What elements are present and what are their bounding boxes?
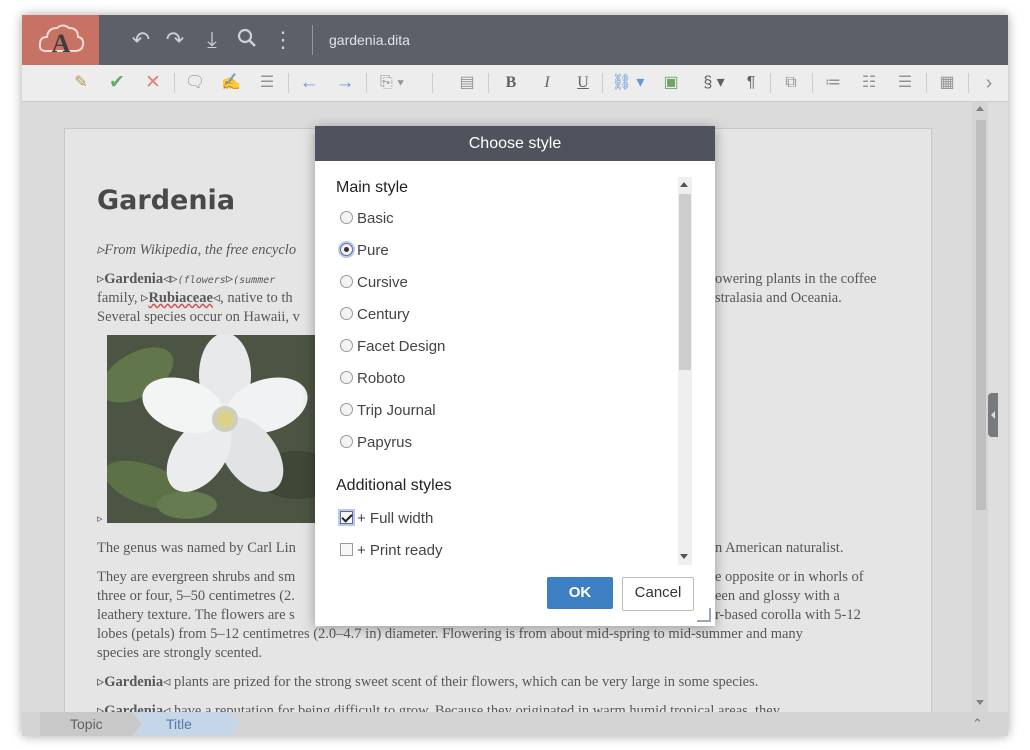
style-list[interactable]: Main style Basic Pure Cursive Century Fa… xyxy=(328,176,693,564)
style-option-papyrus[interactable]: Papyrus xyxy=(340,433,412,453)
radio-papyrus[interactable] xyxy=(340,435,353,448)
radio-basic[interactable] xyxy=(340,211,353,224)
scroll-down-arrow-icon[interactable] xyxy=(680,554,688,559)
radio-pure[interactable] xyxy=(340,243,353,256)
style-option-basic[interactable]: Basic xyxy=(340,209,394,229)
style-option-trip-journal[interactable]: Trip Journal xyxy=(340,401,436,421)
style-option-pure[interactable]: Pure xyxy=(340,241,389,261)
main-style-heading: Main style xyxy=(336,179,409,196)
choose-style-dialog: Choose style Main style Basic Pure Cursi… xyxy=(315,126,715,626)
cancel-button[interactable]: Cancel xyxy=(622,577,694,611)
dialog-scrollbar[interactable] xyxy=(678,177,692,565)
additional-option-full-width[interactable]: + Full width xyxy=(340,509,433,529)
dialog-scrollbar-thumb[interactable] xyxy=(679,194,691,370)
radio-facet-design[interactable] xyxy=(340,339,353,352)
resize-handle-icon[interactable] xyxy=(697,608,711,622)
ok-button[interactable]: OK xyxy=(547,577,613,609)
additional-styles-heading: Additional styles xyxy=(336,477,452,494)
style-option-cursive[interactable]: Cursive xyxy=(340,273,408,293)
style-option-roboto[interactable]: Roboto xyxy=(340,369,405,389)
checkbox-full-width[interactable] xyxy=(340,511,353,524)
style-option-century[interactable]: Century xyxy=(340,305,410,325)
checkbox-print-ready[interactable] xyxy=(340,543,353,556)
radio-century[interactable] xyxy=(340,307,353,320)
radio-cursive[interactable] xyxy=(340,275,353,288)
radio-roboto[interactable] xyxy=(340,371,353,384)
additional-option-print-ready[interactable]: + Print ready xyxy=(340,541,442,561)
dialog-title: Choose style xyxy=(315,126,715,161)
radio-trip-journal[interactable] xyxy=(340,403,353,416)
scroll-up-arrow-icon[interactable] xyxy=(680,182,688,187)
style-option-facet-design[interactable]: Facet Design xyxy=(340,337,445,357)
